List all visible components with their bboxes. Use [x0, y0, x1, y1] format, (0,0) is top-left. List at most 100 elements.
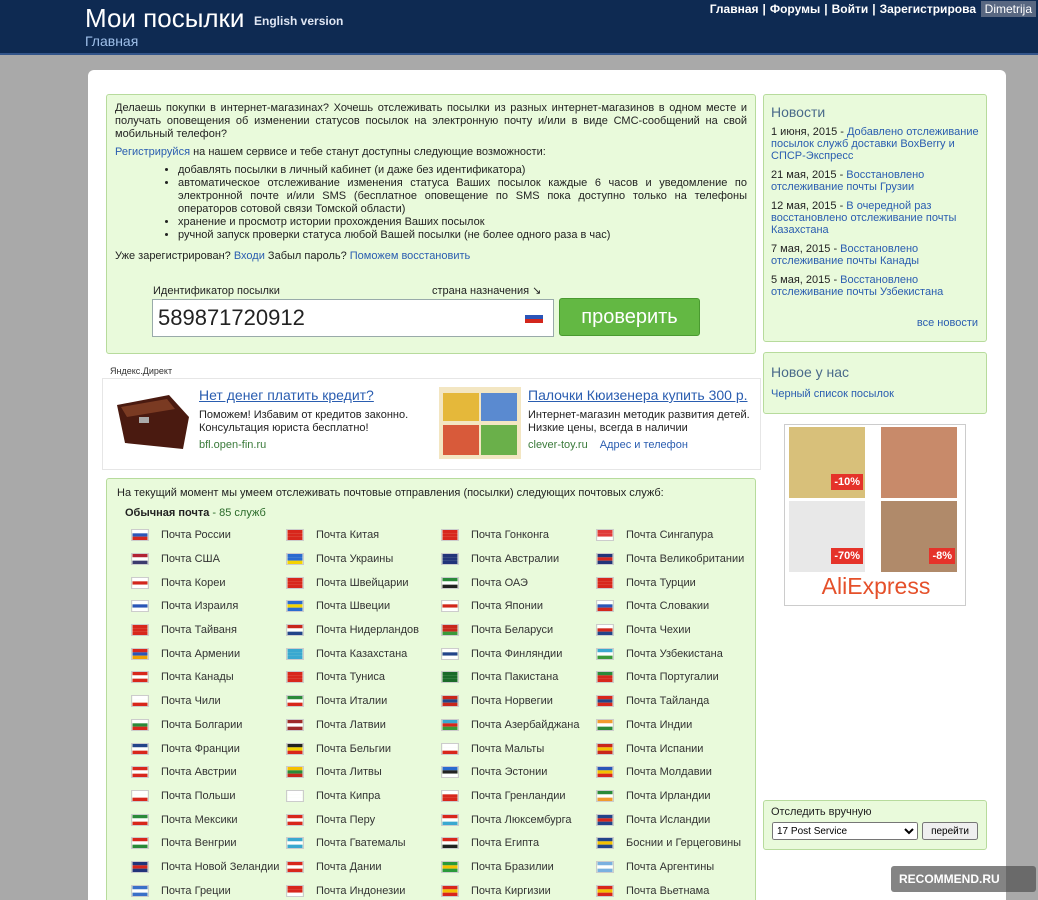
wallet-ad-image[interactable]: [111, 387, 193, 453]
all-news-link[interactable]: все новости: [917, 317, 978, 329]
ads-label[interactable]: Яндекс.Директ: [110, 366, 172, 376]
service-item[interactable]: Почта Нидерландов: [286, 622, 441, 639]
service-link[interactable]: Почта Китая: [316, 529, 379, 541]
toy-ad-image[interactable]: [439, 387, 521, 459]
service-link[interactable]: Почта Узбекистана: [626, 648, 723, 660]
service-link[interactable]: Почта Украины: [316, 553, 393, 565]
service-link[interactable]: Почта Гватемалы: [316, 837, 406, 849]
service-link[interactable]: Почта Греции: [161, 885, 231, 897]
login-link[interactable]: Входи: [234, 250, 265, 262]
service-link[interactable]: Почта Кипра: [316, 790, 380, 802]
service-item[interactable]: Почта Китая: [286, 527, 441, 544]
service-link[interactable]: Почта Кореи: [161, 577, 226, 589]
service-item[interactable]: Почта Канады: [131, 669, 286, 686]
service-link[interactable]: Почта Беларуси: [471, 624, 553, 636]
service-item[interactable]: Почта Словакии: [596, 598, 756, 615]
service-item[interactable]: Почта Индии: [596, 717, 756, 734]
service-item[interactable]: Почта Мексики: [131, 811, 286, 828]
service-item[interactable]: Почта Гренландии: [441, 788, 596, 805]
aliexpress-logo[interactable]: AliExpress: [785, 573, 967, 600]
service-link[interactable]: Почта Тайланда: [626, 695, 709, 707]
ad-2-extra[interactable]: Адрес и телефон: [600, 439, 688, 451]
service-item[interactable]: Почта Азербайджана: [441, 717, 596, 734]
service-item[interactable]: Почта Швеции: [286, 598, 441, 615]
service-item[interactable]: Почта Пакистана: [441, 669, 596, 686]
go-button[interactable]: перейти: [922, 822, 978, 840]
service-link[interactable]: Почта Португалии: [626, 671, 719, 683]
service-item[interactable]: Почта Дании: [286, 859, 441, 876]
service-item[interactable]: Почта Японии: [441, 598, 596, 615]
service-link[interactable]: Почта Исландии: [626, 814, 710, 826]
service-item[interactable]: Почта Индонезии: [286, 882, 441, 899]
service-link[interactable]: Почта Гонконга: [471, 529, 549, 541]
service-item[interactable]: Почта Испании: [596, 740, 756, 757]
service-link[interactable]: Почта Польши: [161, 790, 236, 802]
service-link[interactable]: Почта Армении: [161, 648, 240, 660]
service-link[interactable]: Почта Латвии: [316, 719, 386, 731]
service-link[interactable]: Почта Сингапура: [626, 529, 713, 541]
service-item[interactable]: Почта Венгрии: [131, 835, 286, 852]
service-link[interactable]: Почта Болгарии: [161, 719, 242, 731]
service-item[interactable]: Почта Великобритании: [596, 551, 756, 568]
ad-1-title[interactable]: Нет денег платить кредит?: [199, 387, 374, 403]
ad-2-title[interactable]: Палочки Кюизенера купить 300 р.: [528, 387, 748, 403]
service-link[interactable]: Почта Гренландии: [471, 790, 566, 802]
service-link[interactable]: Почта Мальты: [471, 743, 544, 755]
service-item[interactable]: Почта США: [131, 551, 286, 568]
service-link[interactable]: Почта Италии: [316, 695, 387, 707]
service-link[interactable]: Почта Египта: [471, 837, 539, 849]
service-item[interactable]: Почта Украины: [286, 551, 441, 568]
service-link[interactable]: Почта Бельгии: [316, 743, 391, 755]
check-button[interactable]: проверить: [559, 298, 700, 336]
service-link[interactable]: Почта Финляндии: [471, 648, 562, 660]
service-item[interactable]: Почта Аргентины: [596, 859, 756, 876]
nav-register[interactable]: Зарегистрирова: [880, 2, 976, 16]
service-item[interactable]: Почта Люксембурга: [441, 811, 596, 828]
service-link[interactable]: Почта Японии: [471, 600, 543, 612]
service-link[interactable]: Почта Канады: [161, 671, 234, 683]
service-link[interactable]: Почта Швеции: [316, 600, 390, 612]
service-item[interactable]: Почта Турции: [596, 574, 756, 591]
nav-home[interactable]: Главная: [710, 2, 759, 16]
service-link[interactable]: Почта Великобритании: [626, 553, 744, 565]
service-link[interactable]: Почта Швейцарии: [316, 577, 409, 589]
service-item[interactable]: Почта Франции: [131, 740, 286, 757]
service-link[interactable]: Почта Дании: [316, 861, 382, 873]
service-item[interactable]: Почта Гонконга: [441, 527, 596, 544]
service-link[interactable]: Почта Бразилии: [471, 861, 554, 873]
service-item[interactable]: Почта Киргизии: [441, 882, 596, 899]
service-link[interactable]: Почта Литвы: [316, 766, 382, 778]
register-link[interactable]: Регистрируйся: [115, 146, 190, 158]
service-link[interactable]: Почта Новой Зеландии: [161, 861, 279, 873]
service-link[interactable]: Почта Пакистана: [471, 671, 558, 683]
nav-forums[interactable]: Форумы: [770, 2, 820, 16]
service-link[interactable]: Почта Мексики: [161, 814, 238, 826]
service-link[interactable]: Почта Киргизии: [471, 885, 551, 897]
service-link[interactable]: Почта Тайваня: [161, 624, 237, 636]
service-item[interactable]: Почта Казахстана: [286, 645, 441, 662]
service-link[interactable]: Почта России: [161, 529, 231, 541]
service-item[interactable]: Почта Бразилии: [441, 859, 596, 876]
service-link[interactable]: Почта Словакии: [626, 600, 709, 612]
service-link[interactable]: Почта Аргентины: [626, 861, 714, 873]
service-item[interactable]: Боснии и Герцеговины: [596, 835, 756, 852]
service-item[interactable]: Почта Кореи: [131, 574, 286, 591]
aliexpress-banner[interactable]: -10% -70% -8% AliExpress: [784, 424, 966, 606]
service-item[interactable]: Почта Швейцарии: [286, 574, 441, 591]
english-version-link[interactable]: English version: [254, 14, 343, 28]
banner-product[interactable]: -10%: [789, 427, 865, 498]
service-item[interactable]: Почта Болгарии: [131, 717, 286, 734]
service-item[interactable]: Почта Италии: [286, 693, 441, 710]
service-item[interactable]: Почта Финляндии: [441, 645, 596, 662]
service-item[interactable]: Почта Португалии: [596, 669, 756, 686]
service-item[interactable]: Почта Мальты: [441, 740, 596, 757]
service-link[interactable]: Почта Азербайджана: [471, 719, 580, 731]
service-link[interactable]: Почта Нидерландов: [316, 624, 419, 636]
service-item[interactable]: Почта Тайваня: [131, 622, 286, 639]
service-item[interactable]: Почта Чехии: [596, 622, 756, 639]
service-link[interactable]: Почта Турции: [626, 577, 696, 589]
service-item[interactable]: Почта Беларуси: [441, 622, 596, 639]
nav-login[interactable]: Войти: [832, 2, 869, 16]
banner-product[interactable]: -70%: [789, 501, 865, 572]
service-item[interactable]: Почта Польши: [131, 788, 286, 805]
